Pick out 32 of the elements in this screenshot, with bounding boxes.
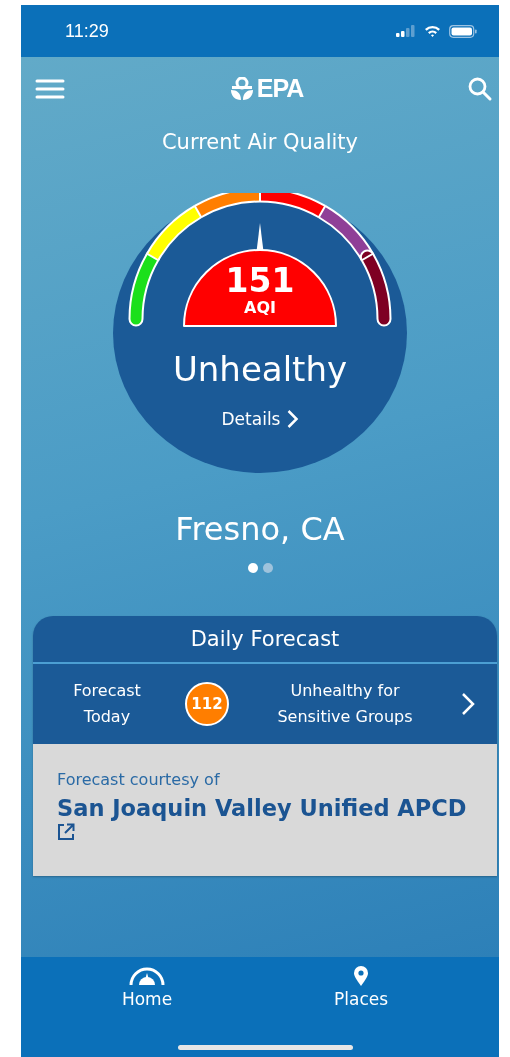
external-link-icon[interactable] [57,823,75,841]
chevron-right-icon [286,409,299,429]
tab-button[interactable]: Home [113,965,181,1009]
signal-icon [396,25,416,37]
aqi-unit: AQI [243,299,277,317]
chevron-right-icon [461,692,475,716]
details-link[interactable]: Details [221,409,299,429]
gauge-icon [127,965,167,987]
page-indicator-dot[interactable] [262,563,273,573]
source-link[interactable]: San Joaquin Valley Unified APCD [57,795,473,821]
logo-text: EPA [256,74,304,103]
air-quality-category: Unhealthy [171,348,349,390]
menu-button[interactable] [35,77,65,100]
aqi-value: 151 [224,263,296,299]
flower-logo-icon [228,76,255,101]
location-pin-icon [353,965,369,987]
forecast-row[interactable]: Forecast Today 112 Unhealthy for Sensitive Groups [33,664,497,744]
forecast-title: Daily Forecast [190,627,340,651]
screen-title: Current Air Quality [160,130,360,154]
location-name: Fresno, CA [174,509,346,549]
menu-icon [35,77,65,100]
credit-label: Forecast courtesy of [57,770,221,789]
tab-button[interactable]: Places [326,965,397,1009]
page-indicator-dot[interactable] [247,563,258,573]
forecast-aqi-badge: 112 [185,682,229,726]
forecast-category: Unhealthy for Sensitive Groups [276,680,414,728]
clock-time: 11:29 [65,20,109,42]
search-button[interactable] [467,75,493,102]
battery-icon [449,24,477,38]
search-icon [467,75,493,102]
wifi-icon [424,25,441,37]
forecast-day-label: Forecast Today [72,680,142,728]
